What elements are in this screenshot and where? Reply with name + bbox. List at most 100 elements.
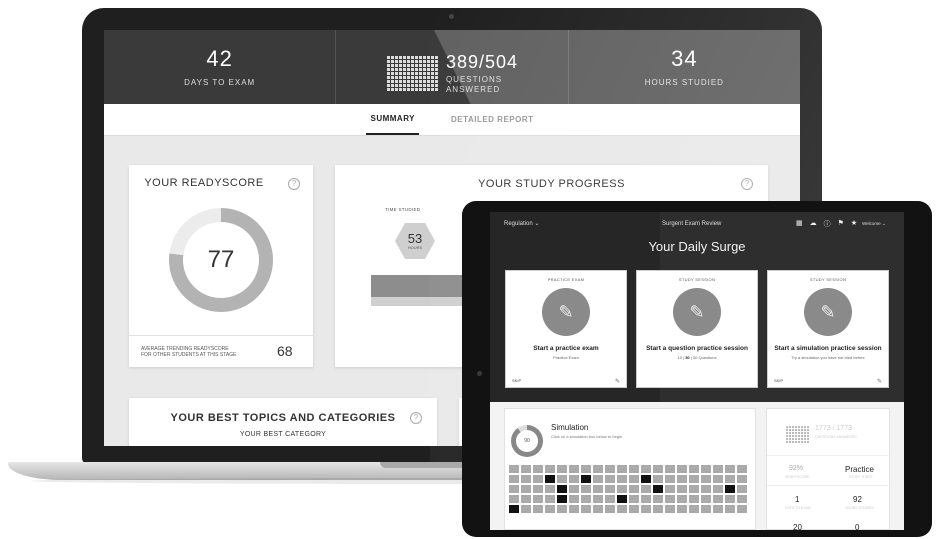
simulation-box[interactable] xyxy=(533,465,543,473)
simulation-box[interactable] xyxy=(737,495,747,503)
simulation-box[interactable] xyxy=(569,495,579,503)
simulation-box[interactable] xyxy=(617,465,627,473)
nav-welcome[interactable]: Welcome ⌄ xyxy=(862,221,886,227)
simulation-box[interactable] xyxy=(689,475,699,483)
simulation-box[interactable] xyxy=(737,505,747,513)
help-circle-icon[interactable]: ⓘ xyxy=(824,219,831,229)
simulation-box[interactable] xyxy=(521,485,531,493)
calendar-icon[interactable]: ▦ xyxy=(796,219,803,229)
cloud-icon[interactable]: ☁ xyxy=(810,219,817,229)
simulation-box[interactable] xyxy=(521,495,531,503)
simulation-box[interactable] xyxy=(653,475,663,483)
simulation-box[interactable] xyxy=(617,505,627,513)
tab-summary[interactable]: SUMMARY xyxy=(366,104,420,135)
simulation-box[interactable] xyxy=(521,505,531,513)
simulation-box[interactable] xyxy=(653,495,663,503)
simulation-box[interactable] xyxy=(641,505,651,513)
help-icon[interactable]: ? xyxy=(741,178,753,190)
simulation-box[interactable] xyxy=(581,495,591,503)
simulation-box[interactable] xyxy=(677,475,687,483)
edit-icon[interactable]: ✎ xyxy=(615,378,620,385)
simulation-box[interactable] xyxy=(677,505,687,513)
simulation-box[interactable] xyxy=(545,465,555,473)
simulation-box[interactable] xyxy=(617,475,627,483)
simulation-box[interactable] xyxy=(641,475,651,483)
question-practice-card[interactable]: STUDY SESSION ✎ Start a question practic… xyxy=(636,270,758,388)
simulation-box[interactable] xyxy=(653,465,663,473)
simulation-box[interactable] xyxy=(593,475,603,483)
skip-link[interactable]: SKIP xyxy=(512,378,521,383)
simulation-box[interactable] xyxy=(701,465,711,473)
flag-icon[interactable]: ⚑ xyxy=(838,219,844,229)
practice-exam-card[interactable]: PRACTICE EXAM ✎ Start a practice exam Pr… xyxy=(505,270,627,388)
simulation-box[interactable] xyxy=(521,465,531,473)
simulation-box[interactable] xyxy=(605,495,615,503)
simulation-box[interactable] xyxy=(641,495,651,503)
help-icon[interactable]: ? xyxy=(410,412,422,424)
simulation-box[interactable] xyxy=(713,495,723,503)
simulation-box[interactable] xyxy=(713,485,723,493)
simulation-box[interactable] xyxy=(533,475,543,483)
simulation-box[interactable] xyxy=(605,465,615,473)
nav-regulation[interactable]: Regulation ⌄ xyxy=(504,220,539,227)
simulation-box[interactable] xyxy=(689,495,699,503)
simulation-box[interactable] xyxy=(689,465,699,473)
help-icon[interactable]: ? xyxy=(288,178,300,190)
simulation-box[interactable] xyxy=(677,495,687,503)
edit-icon[interactable]: ✎ xyxy=(877,378,882,385)
simulation-box[interactable] xyxy=(665,495,675,503)
simulation-box[interactable] xyxy=(593,505,603,513)
simulation-box[interactable] xyxy=(509,475,519,483)
simulation-box[interactable] xyxy=(701,495,711,503)
simulation-box[interactable] xyxy=(701,505,711,513)
skip-link[interactable]: SKIP xyxy=(774,378,783,383)
simulation-box[interactable] xyxy=(725,465,735,473)
simulation-box[interactable] xyxy=(737,475,747,483)
simulation-box[interactable] xyxy=(533,505,543,513)
simulation-box[interactable] xyxy=(701,475,711,483)
simulation-box[interactable] xyxy=(581,475,591,483)
simulation-box[interactable] xyxy=(629,475,639,483)
simulation-box[interactable] xyxy=(725,475,735,483)
simulation-box[interactable] xyxy=(629,505,639,513)
simulation-box[interactable] xyxy=(605,485,615,493)
simulation-box[interactable] xyxy=(737,465,747,473)
simulation-box[interactable] xyxy=(665,475,675,483)
simulation-box[interactable] xyxy=(629,495,639,503)
option-10[interactable]: 10 xyxy=(677,355,681,360)
simulation-box[interactable] xyxy=(605,505,615,513)
simulation-box[interactable] xyxy=(509,505,519,513)
simulation-box[interactable] xyxy=(665,505,675,513)
simulation-box[interactable] xyxy=(725,485,735,493)
simulation-box[interactable] xyxy=(593,485,603,493)
simulation-box[interactable] xyxy=(713,465,723,473)
simulation-box[interactable] xyxy=(557,475,567,483)
simulation-box[interactable] xyxy=(545,475,555,483)
simulation-box[interactable] xyxy=(581,485,591,493)
simulation-box[interactable] xyxy=(665,485,675,493)
simulation-box[interactable] xyxy=(557,505,567,513)
simulation-box[interactable] xyxy=(677,465,687,473)
simulation-box[interactable] xyxy=(617,485,627,493)
simulation-practice-card[interactable]: STUDY SESSION ✎ Start a simulation pract… xyxy=(767,270,889,388)
simulation-box[interactable] xyxy=(569,475,579,483)
tab-detailed-report[interactable]: DETAILED REPORT xyxy=(447,105,537,134)
simulation-box[interactable] xyxy=(569,465,579,473)
star-icon[interactable]: ★ xyxy=(851,219,857,229)
simulation-box[interactable] xyxy=(509,495,519,503)
simulation-box[interactable] xyxy=(725,495,735,503)
simulation-box[interactable] xyxy=(689,505,699,513)
simulation-box[interactable] xyxy=(593,495,603,503)
simulation-box[interactable] xyxy=(665,465,675,473)
simulation-box[interactable] xyxy=(569,505,579,513)
simulation-box[interactable] xyxy=(653,485,663,493)
simulation-box[interactable] xyxy=(521,475,531,483)
simulation-box[interactable] xyxy=(725,505,735,513)
simulation-box[interactable] xyxy=(617,495,627,503)
simulation-box[interactable] xyxy=(713,475,723,483)
simulation-box[interactable] xyxy=(545,485,555,493)
simulation-box[interactable] xyxy=(509,465,519,473)
simulation-box[interactable] xyxy=(713,505,723,513)
simulation-box[interactable] xyxy=(581,505,591,513)
simulation-box[interactable] xyxy=(569,485,579,493)
